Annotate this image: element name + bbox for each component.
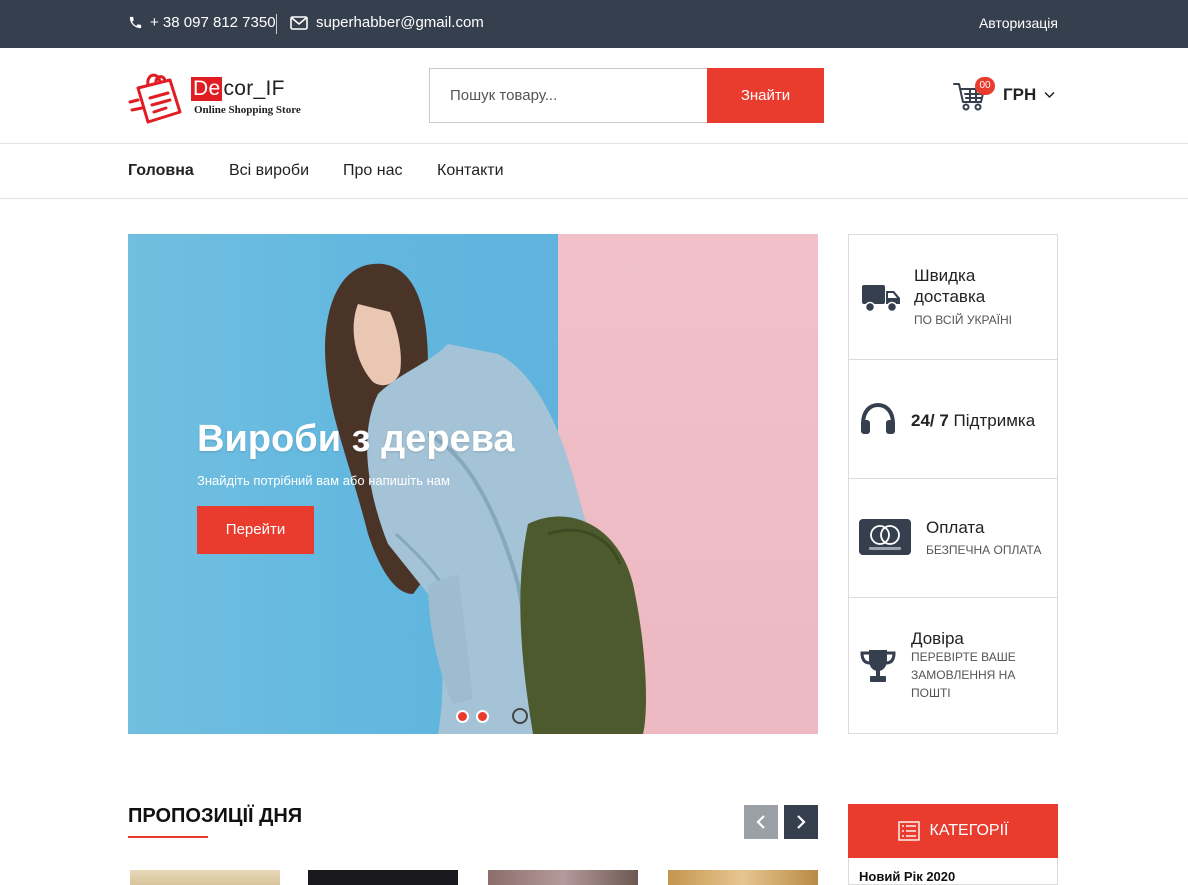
logo-brand-text: cor_IF (223, 77, 285, 100)
logo-brand: De cor_IF (191, 77, 285, 101)
contact-email[interactable]: superhabber@gmail.com (290, 14, 484, 31)
chevron-right-icon (797, 815, 806, 829)
auth-link[interactable]: Авторизація (979, 15, 1058, 31)
feature-title: Довіра (911, 629, 964, 648)
mastercard-icon (859, 519, 911, 555)
search-button[interactable]: Знайти (707, 68, 824, 123)
search-form: Знайти (429, 68, 824, 123)
nav-item-home[interactable]: Головна (128, 162, 194, 180)
phone-number: + 38 097 812 7350 (150, 14, 276, 31)
feature-subtitle: БЕЗПЕЧНА ОПЛАТА (926, 543, 1042, 557)
list-icon (897, 821, 920, 841)
feature-trust: Довіра ПЕРЕВІРТЕ ВАШЕ ЗАМОВЛЕННЯ НА ПОШТ… (849, 598, 1057, 733)
currency-label: ГРН (1003, 85, 1037, 104)
cart-button[interactable]: 00 (953, 77, 995, 112)
slider-dot-1[interactable] (456, 710, 469, 723)
logo-brand-highlight: De (191, 77, 223, 101)
feature-title: Швидка доставка (914, 266, 986, 306)
slide-title: Вироби з дерева (197, 418, 515, 460)
categories-button[interactable]: КАТЕГОРІЇ (848, 804, 1058, 858)
features-panel: Швидка доставка ПО ВСІЙ УКРАЇНІ 24/ 7 Пі… (848, 234, 1058, 734)
offers-title-underline (128, 836, 208, 838)
feature-delivery: Швидка доставка ПО ВСІЙ УКРАЇНІ (849, 235, 1057, 360)
product-thumbnail[interactable] (668, 870, 818, 885)
phone-icon (129, 16, 142, 29)
envelope-icon (290, 15, 308, 30)
nav-item-about[interactable]: Про нас (343, 162, 402, 180)
feature-title: Оплата (926, 518, 985, 537)
feature-subtitle: ПЕРЕВІРТЕ ВАШЕ ЗАМОВЛЕННЯ НА ПОШТІ (911, 650, 1016, 700)
site-logo[interactable]: De cor_IF Online Shopping Store (128, 66, 308, 126)
main-nav: Головна Всі вироби Про нас Контакти (0, 144, 1188, 199)
shopping-bag-icon (128, 73, 182, 124)
nav-item-contacts[interactable]: Контакти (437, 162, 504, 180)
currency-dropdown[interactable]: ГРН (1003, 85, 1055, 105)
search-input[interactable] (429, 68, 709, 123)
offers-title: ПРОПОЗИЦІЇ ДНЯ (128, 805, 303, 827)
headphones-icon (861, 402, 895, 434)
product-thumbnail[interactable] (130, 870, 280, 885)
category-item[interactable]: Новий Рік 2020 (848, 858, 1058, 885)
feature-title-text: Підтримка (953, 411, 1036, 430)
feature-title: 24/ 7 Підтримка (911, 410, 1035, 431)
truck-icon (862, 285, 900, 313)
cart-count-badge: 00 (975, 77, 995, 95)
slider-dot-2[interactable] (476, 710, 489, 723)
offers-next-button[interactable] (784, 805, 818, 839)
trophy-icon (860, 650, 896, 682)
feature-subtitle: ПО ВСІЙ УКРАЇНІ (914, 313, 1013, 327)
contact-phone[interactable]: + 38 097 812 7350 (128, 14, 276, 31)
product-thumbnail[interactable] (488, 870, 638, 885)
categories-label: КАТЕГОРІЇ (929, 822, 1009, 839)
logo-tagline: Online Shopping Store (194, 104, 301, 116)
feature-support: 24/ 7 Підтримка (849, 360, 1057, 479)
chevron-left-icon (756, 815, 765, 829)
email-address: superhabber@gmail.com (316, 14, 484, 31)
top-bar: + 38 097 812 7350 superhabber@gmail.com … (0, 0, 1188, 48)
feature-payment: Оплата БЕЗПЕЧНА ОПЛАТА (849, 479, 1057, 598)
product-thumbnail[interactable] (308, 870, 458, 885)
feature-title-bold: 24/ 7 (911, 411, 949, 430)
nav-item-all-products[interactable]: Всі вироби (229, 162, 309, 180)
chevron-down-icon (1044, 91, 1055, 99)
header: Decor_IF Online Shopping Store Знайти 00… (0, 48, 1188, 144)
slide-subtitle: Знайдіть потрібний вам або напишіть нам (197, 473, 450, 488)
topbar-divider (276, 14, 277, 34)
hero-slider[interactable]: Вироби з дерева Знайдіть потрібний вам а… (128, 234, 818, 734)
slide-cta-button[interactable]: Перейти (197, 506, 314, 554)
offers-prev-button[interactable] (744, 805, 778, 839)
